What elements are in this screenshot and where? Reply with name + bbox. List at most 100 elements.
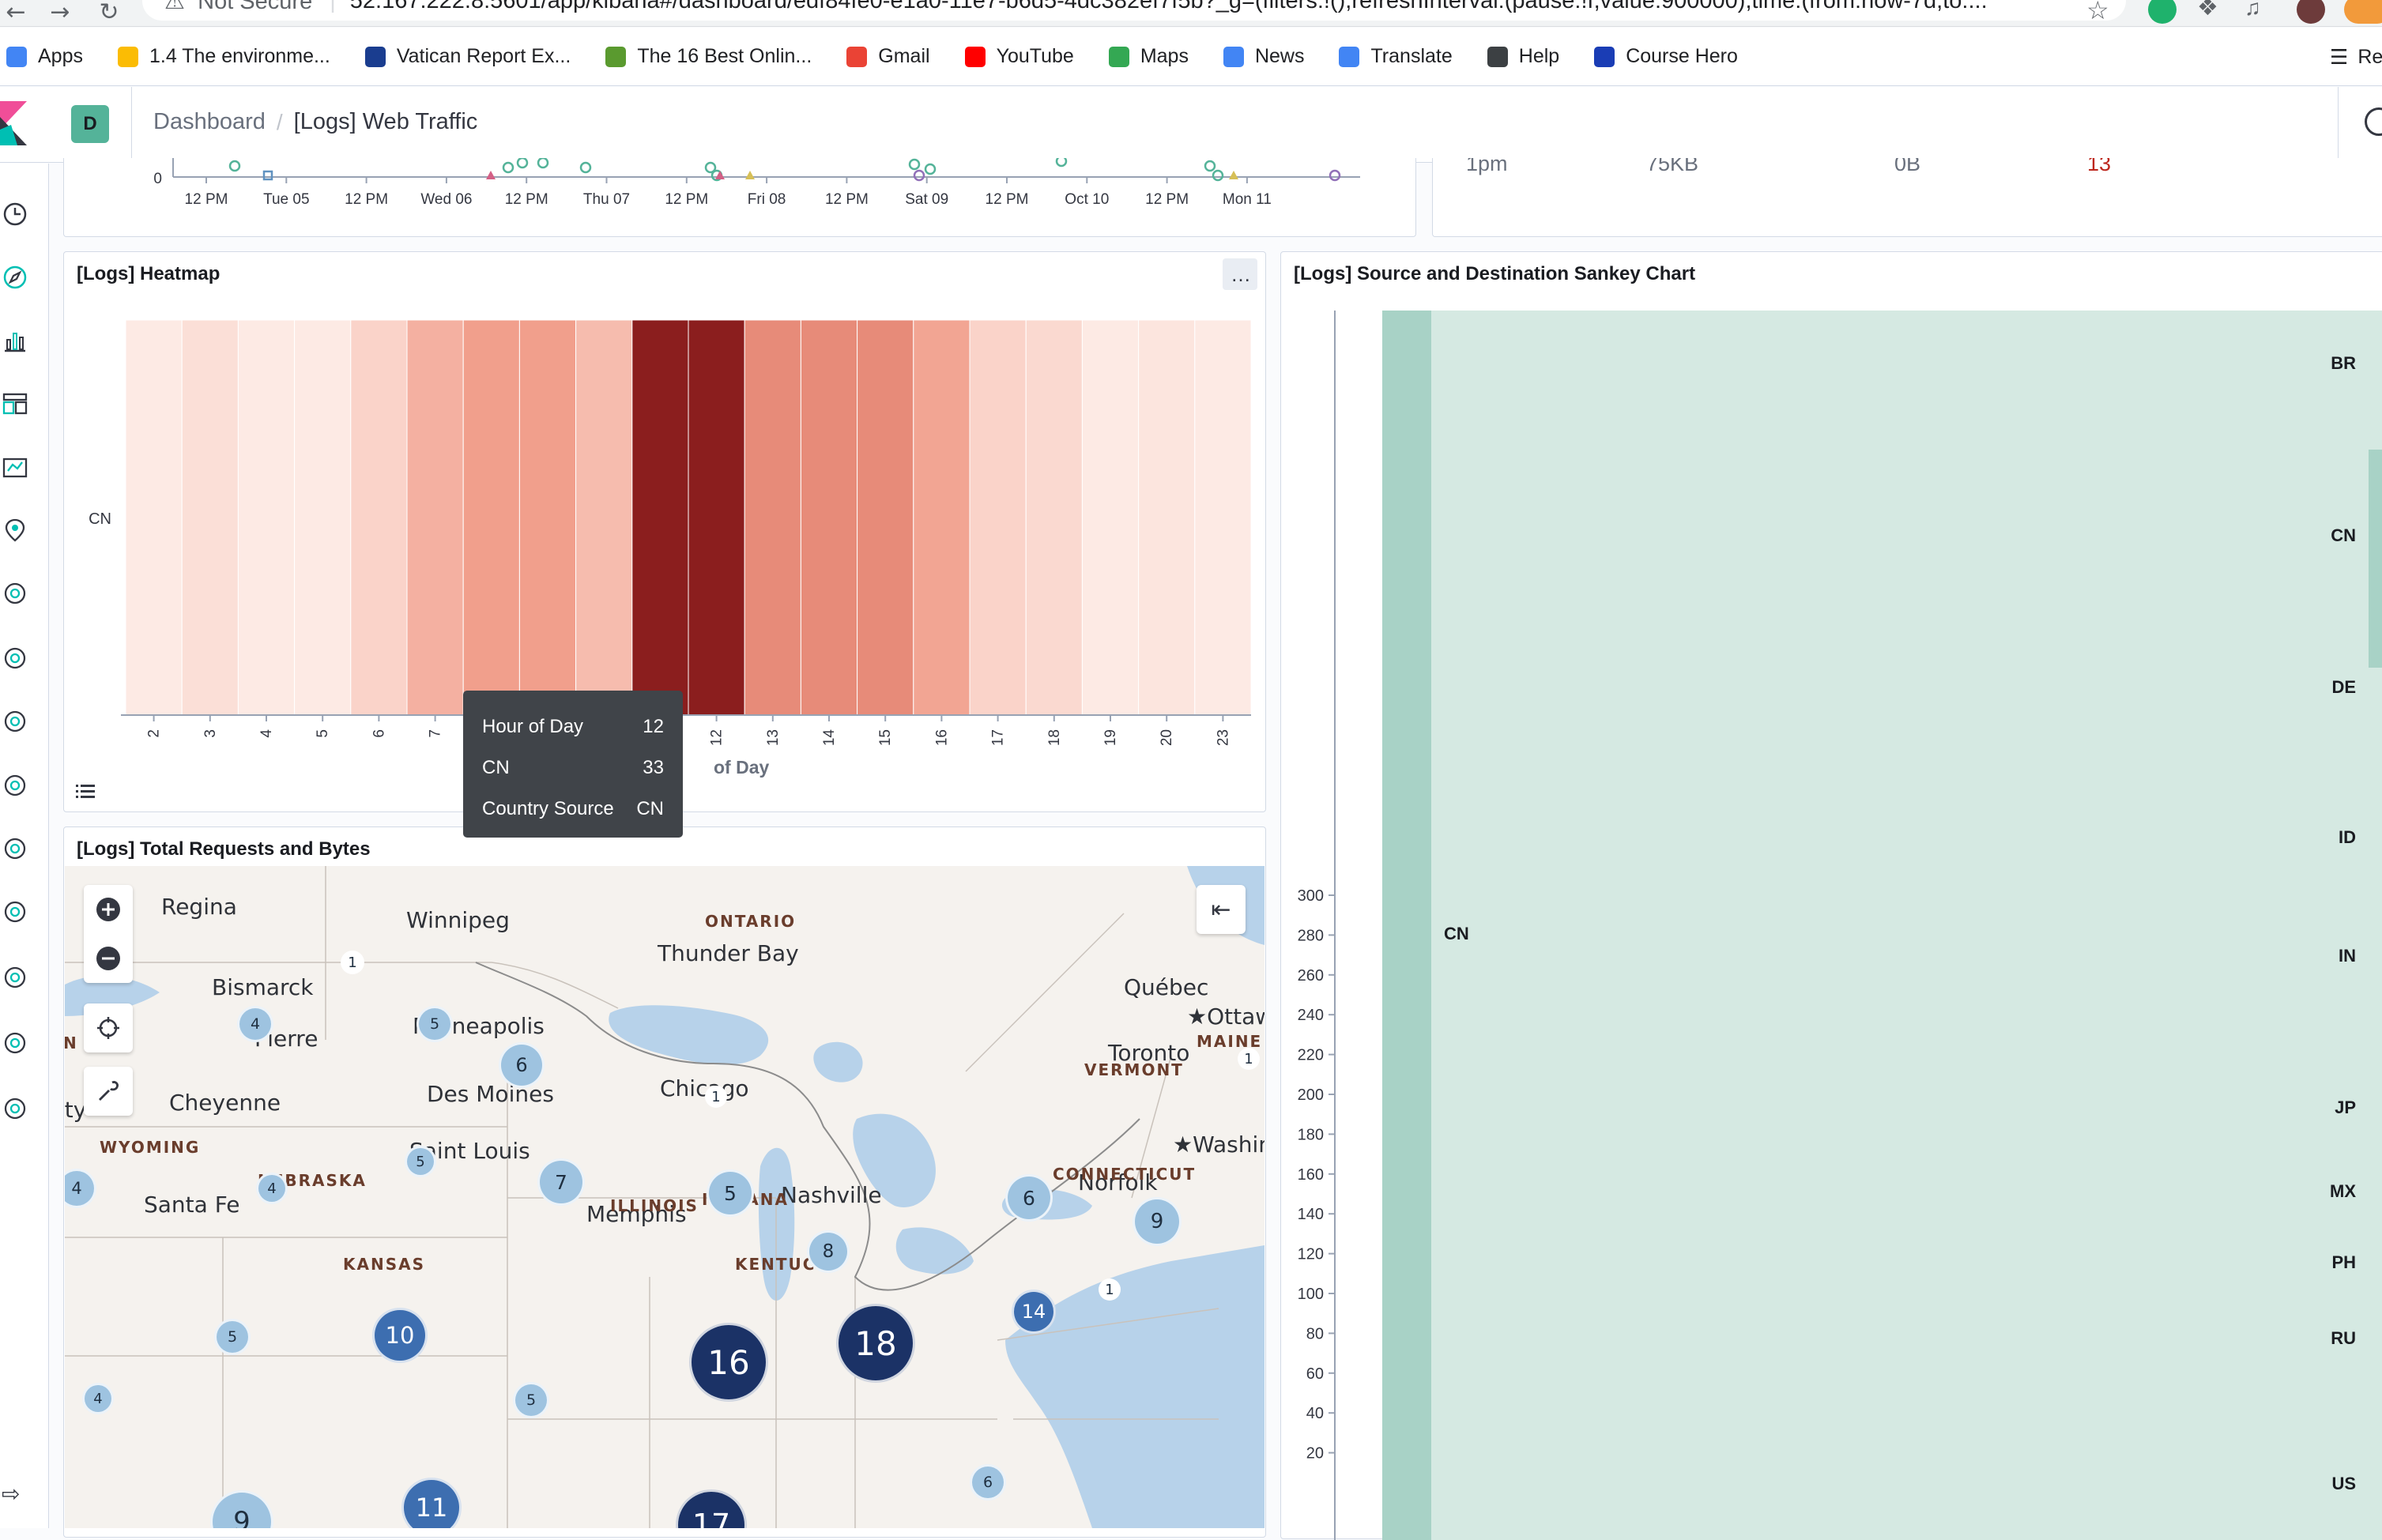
data-point[interactable] <box>537 158 549 169</box>
canvas-icon[interactable] <box>2 454 28 480</box>
sankey-source-node[interactable] <box>1382 311 1431 1540</box>
space-avatar[interactable]: D <box>71 105 109 143</box>
map-cluster-marker[interactable]: 5 <box>513 1382 549 1418</box>
map-cluster-marker[interactable]: 5 <box>416 1006 453 1042</box>
back-icon[interactable]: ← <box>2 0 30 26</box>
map-cluster-marker[interactable]: 6 <box>1005 1174 1053 1222</box>
heatmap-cell[interactable] <box>913 319 971 716</box>
heatmap-cell[interactable] <box>575 319 633 716</box>
map-cluster-marker[interactable]: 4 <box>256 1173 288 1204</box>
data-point[interactable] <box>924 163 937 175</box>
data-point[interactable] <box>486 171 496 179</box>
bookmark-item[interactable]: 1.4 The environme... <box>117 45 330 68</box>
data-point[interactable] <box>262 170 273 181</box>
map-cluster-marker[interactable]: 1 <box>705 1086 727 1108</box>
map-cluster-marker[interactable]: 9 <box>1133 1197 1182 1246</box>
sankey-link[interactable] <box>1382 311 2382 1540</box>
zoom-in-button[interactable] <box>84 885 133 934</box>
update-badge[interactable] <box>2344 0 2382 24</box>
heatmap-cell[interactable] <box>800 319 858 716</box>
data-point[interactable] <box>1329 169 1341 182</box>
reading-list-button[interactable]: ☰ Re <box>2330 45 2382 70</box>
map-cluster-marker[interactable]: 5 <box>214 1319 251 1355</box>
map-cluster-marker[interactable]: 10 <box>372 1308 428 1363</box>
heatmap-cell[interactable] <box>406 319 464 716</box>
zoom-out-button[interactable] <box>84 934 133 983</box>
data-point[interactable] <box>228 160 241 172</box>
map-cluster-marker[interactable]: 5 <box>405 1146 436 1177</box>
recent-icon[interactable] <box>2 201 28 228</box>
heatmap-cell[interactable] <box>350 319 408 716</box>
bookmark-item[interactable]: Course Hero <box>1594 45 1738 68</box>
bookmark-item[interactable]: Help <box>1487 45 1559 68</box>
kibana-logo-icon[interactable] <box>0 101 27 145</box>
grammarly-icon[interactable] <box>2148 0 2177 24</box>
address-bar[interactable]: ⚠ Not Secure | 52.167.222.8:5601/app/kib… <box>142 0 2126 21</box>
data-point[interactable] <box>1055 158 1068 168</box>
heatmap-cell[interactable] <box>518 319 577 716</box>
collapse-nav-icon[interactable]: ⇨ <box>2 1481 20 1507</box>
map-cluster-marker[interactable]: 1 <box>1238 1048 1260 1070</box>
map-cluster-marker[interactable]: 6 <box>970 1464 1006 1500</box>
bookmark-item[interactable]: Vatican Report Ex... <box>364 45 571 68</box>
profile-avatar[interactable] <box>2297 0 2325 24</box>
heatmap-cell[interactable] <box>294 319 352 716</box>
map-cluster-marker[interactable]: 16 <box>689 1323 768 1402</box>
reload-icon[interactable]: ↻ <box>95 0 123 26</box>
extensions-icon[interactable]: ❖ <box>2197 0 2218 21</box>
data-point[interactable] <box>715 171 725 179</box>
legend-toggle-icon[interactable] <box>73 780 97 804</box>
bookmark-item[interactable]: Apps <box>6 45 83 68</box>
layer-control-button[interactable]: ⇤ <box>1197 885 1246 934</box>
draw-filter-control[interactable] <box>84 1067 133 1116</box>
heatmap-cell[interactable] <box>744 319 801 716</box>
map-cluster-marker[interactable]: 14 <box>1012 1290 1056 1334</box>
data-point[interactable] <box>913 169 925 182</box>
heatmap-cell[interactable] <box>857 319 914 716</box>
heatmap-cell[interactable] <box>631 319 689 716</box>
apm-icon[interactable] <box>2 772 28 799</box>
data-point[interactable] <box>908 158 921 171</box>
heatmap-cell[interactable] <box>688 319 745 716</box>
media-icon[interactable]: ♫ <box>2244 0 2261 21</box>
bookmark-item[interactable]: News <box>1223 45 1304 68</box>
heatmap-cell[interactable] <box>1194 319 1252 716</box>
heatmap-cell[interactable] <box>1138 319 1196 716</box>
heatmap-cell[interactable] <box>237 319 296 716</box>
data-point[interactable] <box>502 161 514 174</box>
heatmap-cell[interactable] <box>969 319 1027 716</box>
siem-icon[interactable] <box>2 898 28 925</box>
heatmap-cell[interactable] <box>1081 319 1140 716</box>
map-cluster-marker[interactable]: 4 <box>82 1383 114 1414</box>
bookmark-item[interactable]: YouTube <box>964 45 1074 68</box>
maps-icon[interactable] <box>2 517 28 544</box>
map-canvas[interactable]: Regina Winnipeg Thunder Bay Bismarck Québec ★… <box>65 866 1264 1528</box>
data-point[interactable] <box>1204 160 1216 172</box>
help-menu-icon[interactable] <box>2365 107 2382 136</box>
logs-icon[interactable] <box>2 708 28 735</box>
map-cluster-marker[interactable]: 1 <box>1099 1278 1121 1301</box>
forward-icon[interactable]: → <box>46 0 74 26</box>
bookmark-item[interactable]: The 16 Best Onlin... <box>605 45 812 68</box>
map-cluster-marker[interactable]: 7 <box>537 1158 585 1206</box>
map-cluster-marker[interactable]: 4 <box>237 1006 273 1042</box>
breadcrumb-dashboard[interactable]: Dashboard <box>153 109 266 135</box>
map-cluster-marker[interactable]: 8 <box>807 1230 850 1273</box>
data-point[interactable] <box>579 161 592 174</box>
heatmap-cell[interactable] <box>181 319 239 716</box>
map-cluster-marker[interactable]: 18 <box>836 1304 915 1383</box>
stack-management-icon[interactable] <box>2 1095 28 1122</box>
bookmark-item[interactable]: Maps <box>1108 45 1189 68</box>
map-cluster-marker[interactable]: 1 <box>341 951 364 974</box>
dashboard-icon[interactable] <box>2 390 28 417</box>
map-cluster-marker[interactable]: 6 <box>499 1042 545 1088</box>
metrics-icon[interactable] <box>2 645 28 672</box>
discover-icon[interactable] <box>2 264 28 291</box>
data-point[interactable] <box>745 171 755 179</box>
draw-filter-button[interactable] <box>84 1067 133 1116</box>
fit-bounds-control[interactable] <box>84 1003 133 1052</box>
dev-tools-icon[interactable] <box>2 964 28 991</box>
data-point[interactable] <box>1212 169 1224 182</box>
fit-bounds-button[interactable] <box>84 1003 133 1052</box>
sankey-chart[interactable]: 20 40 60 80 100 120 140 160 180 200 220 240 260 280 30… <box>1281 252 2382 1540</box>
